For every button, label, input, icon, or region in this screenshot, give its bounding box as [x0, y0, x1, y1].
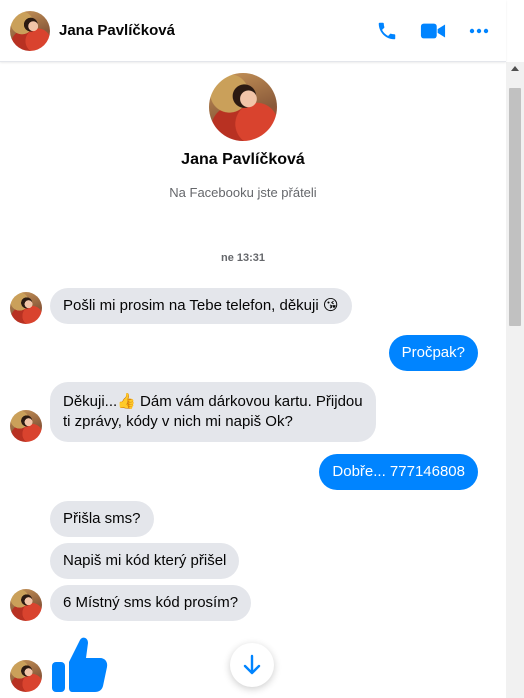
scroll-up-arrow-icon[interactable]: [511, 66, 519, 71]
scrollbar[interactable]: [506, 62, 524, 698]
video-camera-icon[interactable]: [420, 18, 446, 44]
incoming-message-bubble[interactable]: Děkuji...👍 Dám vám dárkovou kartu. Přijd…: [50, 382, 376, 442]
incoming-message-bubble[interactable]: Napiš mi kód který přišel: [50, 543, 240, 579]
sender-avatar[interactable]: [10, 589, 42, 621]
thumbs-up-icon[interactable]: [50, 634, 110, 694]
outgoing-message-bubble[interactable]: Dobře... 777146808: [319, 454, 478, 490]
message-row: Přišla sms?: [50, 501, 154, 537]
sender-avatar[interactable]: [10, 292, 42, 324]
arrow-down-icon: [243, 654, 261, 675]
scrollbar-thumb[interactable]: [509, 88, 521, 326]
incoming-message-bubble[interactable]: Přišla sms?: [50, 501, 154, 537]
phone-icon[interactable]: [374, 18, 400, 44]
incoming-message-bubble[interactable]: Pošli mi prosim na Tebe telefon, děkuji …: [50, 288, 352, 324]
contact-name[interactable]: Jana Pavlíčková: [59, 22, 175, 39]
message-row: Napiš mi kód který přišel: [50, 543, 240, 579]
sender-avatar[interactable]: [10, 410, 42, 442]
friendship-status: Na Facebooku jste přáteli: [169, 185, 317, 200]
contact-avatar[interactable]: [10, 10, 50, 51]
message-row: [10, 660, 42, 692]
incoming-message-bubble[interactable]: 6 Místný sms kód prosím?: [50, 585, 252, 621]
profile-name: Jana Pavlíčková: [181, 151, 305, 168]
message-row: Pročpak?: [388, 335, 478, 371]
message-row: Děkuji...👍 Dám vám dárkovou kartu. Přijd…: [10, 382, 376, 442]
header-actions: [374, 0, 492, 62]
more-options-icon[interactable]: [466, 18, 492, 44]
chat-header: Jana Pavlíčková: [0, 0, 506, 62]
profile-avatar[interactable]: [209, 73, 277, 141]
message-row: Pošli mi prosim na Tebe telefon, děkuji …: [10, 288, 352, 324]
scroll-to-bottom-button[interactable]: [230, 643, 274, 687]
message-row: 6 Místný sms kód prosím?: [10, 585, 252, 621]
profile-intro: Jana Pavlíčková Na Facebooku jste přátel…: [0, 73, 486, 200]
sender-avatar[interactable]: [10, 660, 42, 692]
outgoing-message-bubble[interactable]: Pročpak?: [388, 335, 478, 371]
message-row: Dobře... 777146808: [319, 454, 478, 490]
message-timestamp: ne 13:31: [220, 252, 266, 264]
